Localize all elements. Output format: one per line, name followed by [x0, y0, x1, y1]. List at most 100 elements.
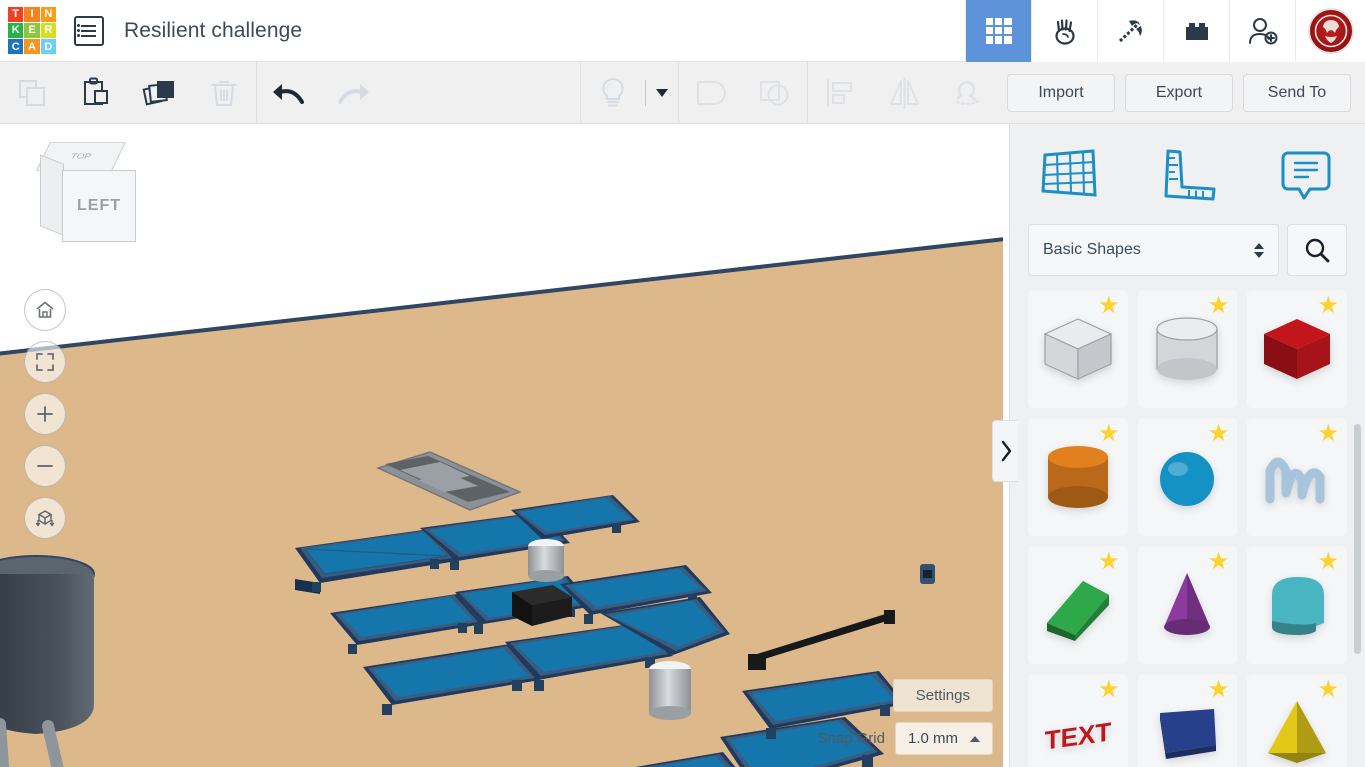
stepper-updown-icon [1254, 242, 1264, 258]
home-icon [36, 301, 54, 318]
shape-item-cone[interactable]: ★ [1137, 546, 1238, 664]
storage-tank-upper[interactable] [528, 539, 564, 582]
send-to-button[interactable]: Send To [1243, 73, 1351, 112]
tab-minecraft[interactable] [1097, 0, 1163, 62]
star-icon[interactable]: ★ [1098, 678, 1120, 702]
home-view-button[interactable] [24, 289, 66, 331]
zoom-out-button[interactable] [24, 445, 66, 487]
star-icon[interactable]: ★ [1208, 294, 1230, 318]
shape-library-grid[interactable]: ★ ★ ★ ★ ★ ★ ★ ★ ★ TEXT ★ ★ ★ [1010, 290, 1365, 767]
star-icon[interactable]: ★ [1098, 422, 1120, 446]
logo-tile-e: E [24, 22, 40, 39]
ruler-button[interactable] [1128, 143, 1246, 205]
export-button[interactable]: Export [1125, 73, 1233, 112]
ortho-toggle-button[interactable] [24, 497, 66, 539]
shape-item-sphere[interactable]: ★ [1137, 418, 1238, 536]
gray-building-structure[interactable] [376, 451, 522, 511]
canvas-bottom-controls: Settings Snap Grid 1.0 mm [817, 679, 993, 755]
view-cube-front-face[interactable]: LEFT [62, 170, 136, 242]
grid-icon [985, 17, 1012, 44]
water-tower[interactable] [0, 555, 95, 767]
align-button[interactable] [808, 62, 872, 124]
add-user-button[interactable] [1229, 0, 1295, 62]
shape-item-polygon[interactable]: ★ [1137, 674, 1238, 767]
star-icon[interactable]: ★ [1208, 550, 1230, 574]
star-icon[interactable]: ★ [1208, 422, 1230, 446]
star-icon[interactable]: ★ [1317, 294, 1339, 318]
utility-pole[interactable] [748, 610, 895, 670]
storage-tank-lower[interactable] [649, 661, 691, 720]
shape-category-select[interactable]: Basic Shapes [1028, 224, 1279, 276]
avatar-button[interactable] [1295, 0, 1365, 62]
redo-arrow-icon [338, 83, 369, 104]
star-icon[interactable]: ★ [1098, 550, 1120, 574]
shape-item-pyramid[interactable]: ★ [1247, 674, 1347, 767]
panel-search-row: Basic Shapes [1010, 224, 1365, 290]
undo-arrow-icon [273, 83, 304, 104]
shape-item-cylinder-hole[interactable]: ★ [1137, 290, 1238, 408]
group-button[interactable] [679, 62, 743, 124]
group-tools-group [679, 62, 807, 124]
snap-grid-row: Snap Grid 1.0 mm [817, 722, 993, 755]
tab-blocks[interactable] [1163, 0, 1229, 62]
list-icon[interactable] [74, 15, 104, 46]
shapes-panel: Basic Shapes ★ ★ ★ ★ ★ ★ ★ ★ ★ TEXT ★ ★ ★ [1009, 124, 1365, 767]
copy-button[interactable] [0, 62, 64, 124]
paste-button[interactable] [64, 62, 128, 124]
distant-object[interactable] [920, 564, 935, 584]
scene-3d[interactable] [0, 124, 1003, 767]
workplane-button[interactable] [1010, 143, 1128, 205]
tab-codeblocks[interactable] [1031, 0, 1097, 62]
duplicate-button[interactable] [128, 62, 192, 124]
panel-collapse-handle[interactable] [992, 420, 1018, 482]
star-icon[interactable]: ★ [1098, 294, 1120, 318]
ungroup-button[interactable] [743, 62, 807, 124]
star-icon[interactable]: ★ [1317, 678, 1339, 702]
view-cube-left-face[interactable] [40, 154, 64, 236]
caret-down-icon [656, 88, 668, 97]
light-tools-group [581, 62, 678, 124]
ungroup-shapes-icon [760, 80, 789, 105]
mirror-button[interactable] [872, 62, 936, 124]
star-icon[interactable]: ★ [1317, 550, 1339, 574]
page-title: Resilient challenge [124, 18, 303, 42]
history-tools-group [257, 62, 385, 124]
magnet-button[interactable] [936, 62, 1000, 124]
settings-button[interactable]: Settings [892, 679, 993, 712]
delete-button[interactable] [192, 62, 256, 124]
shape-item-cylinder[interactable]: ★ [1028, 418, 1128, 536]
chevron-right-icon [1001, 440, 1011, 462]
search-button[interactable] [1287, 224, 1347, 276]
search-icon [1305, 238, 1330, 263]
file-actions: Import Export Send To [1007, 73, 1351, 112]
import-button[interactable]: Import [1007, 73, 1115, 112]
view-cube[interactable]: TOP LEFT [32, 142, 140, 248]
add-user-icon [1248, 17, 1277, 44]
notes-button[interactable] [1247, 143, 1365, 205]
design-canvas[interactable]: TOP LEFT Settings Snap Grid 1.0 mm [0, 124, 1003, 767]
ruler-icon [1164, 149, 1216, 201]
light-button[interactable] [581, 62, 645, 124]
header-tabs [965, 0, 1365, 62]
shape-item-wedge[interactable]: ★ [1028, 546, 1128, 664]
star-icon[interactable]: ★ [1208, 678, 1230, 702]
shape-item-box[interactable]: ★ [1247, 290, 1347, 408]
snap-grid-select[interactable]: 1.0 mm [894, 722, 993, 755]
redo-button[interactable] [321, 62, 385, 124]
tab-shapes-grid[interactable] [965, 0, 1031, 62]
copy-icon [19, 79, 45, 106]
shape-item-text[interactable]: TEXT ★ [1028, 674, 1128, 767]
shape-item-box-hole[interactable]: ★ [1028, 290, 1128, 408]
shape-item-scribble[interactable]: ★ [1247, 418, 1347, 536]
solar-panel-array[interactable] [295, 495, 906, 767]
panel-scrollbar[interactable] [1354, 424, 1361, 654]
fit-view-button[interactable] [24, 341, 66, 383]
logo-tile-r: R [40, 22, 56, 39]
star-icon[interactable]: ★ [1317, 422, 1339, 446]
lightbulb-icon [602, 77, 624, 106]
tinkercad-logo[interactable]: TINKERCAD [8, 6, 56, 55]
light-dropdown-button[interactable] [646, 62, 678, 124]
undo-button[interactable] [257, 62, 321, 124]
zoom-in-button[interactable] [24, 393, 66, 435]
shape-item-roof[interactable]: ★ [1247, 546, 1347, 664]
